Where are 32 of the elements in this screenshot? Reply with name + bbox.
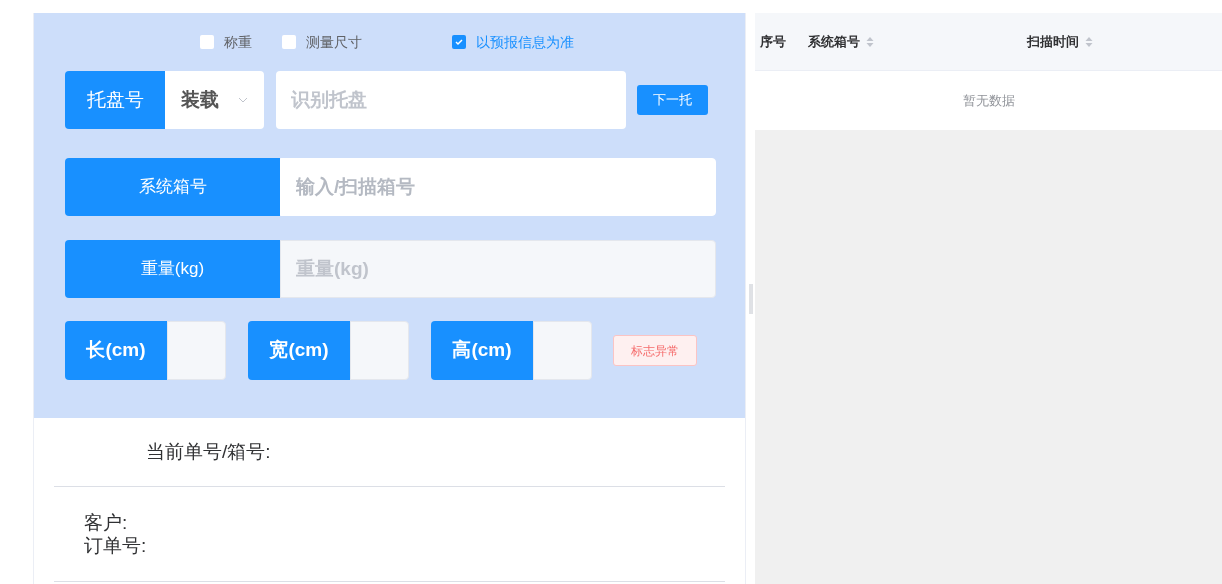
pallet-label: 托盘号 bbox=[65, 71, 165, 129]
dimension-input[interactable] bbox=[350, 321, 409, 380]
next-pallet-button[interactable]: 下一托 bbox=[637, 85, 708, 115]
checkbox[interactable] bbox=[452, 35, 466, 49]
detail-label: 客户: bbox=[84, 511, 129, 534]
column-header: 系统箱号 bbox=[808, 32, 860, 51]
dimension-label: 宽(cm) bbox=[248, 321, 350, 380]
column-header: 序号 bbox=[760, 32, 786, 51]
checkbox-label: 以预报信息为准 bbox=[476, 32, 574, 52]
column-header: 扫描时间 bbox=[1027, 32, 1079, 51]
check-icon bbox=[454, 37, 464, 47]
text-field[interactable]: 输入/扫描箱号 bbox=[281, 159, 715, 215]
pallet-input[interactable]: 识别托盘 bbox=[276, 71, 626, 129]
checkbox[interactable] bbox=[200, 35, 214, 49]
empty-text: 暂无数据 bbox=[962, 91, 1015, 110]
dimension-label: 长(cm) bbox=[65, 321, 167, 380]
sort-icon[interactable] bbox=[866, 35, 874, 48]
sort-icon[interactable] bbox=[1085, 35, 1093, 48]
checkbox-label: 称重 bbox=[224, 32, 252, 52]
mode-select[interactable]: 装载 bbox=[165, 71, 264, 129]
resize-handle-icon[interactable] bbox=[748, 283, 753, 314]
dimension-label: 高(cm) bbox=[431, 321, 533, 380]
current-number-label: 当前单号/箱号: bbox=[146, 440, 272, 464]
chevron-down-icon bbox=[238, 97, 248, 103]
dimension-input[interactable] bbox=[533, 321, 592, 380]
field-label: 重量(kg) bbox=[65, 240, 280, 298]
checkbox-label: 测量尺寸 bbox=[306, 32, 362, 52]
checkbox[interactable] bbox=[282, 35, 296, 49]
detail-label: 订单号: bbox=[84, 534, 148, 557]
field-label: 系统箱号 bbox=[65, 158, 280, 216]
dimension-input[interactable] bbox=[167, 321, 226, 380]
mark-exception-button[interactable]: 标志异常 bbox=[613, 335, 697, 366]
